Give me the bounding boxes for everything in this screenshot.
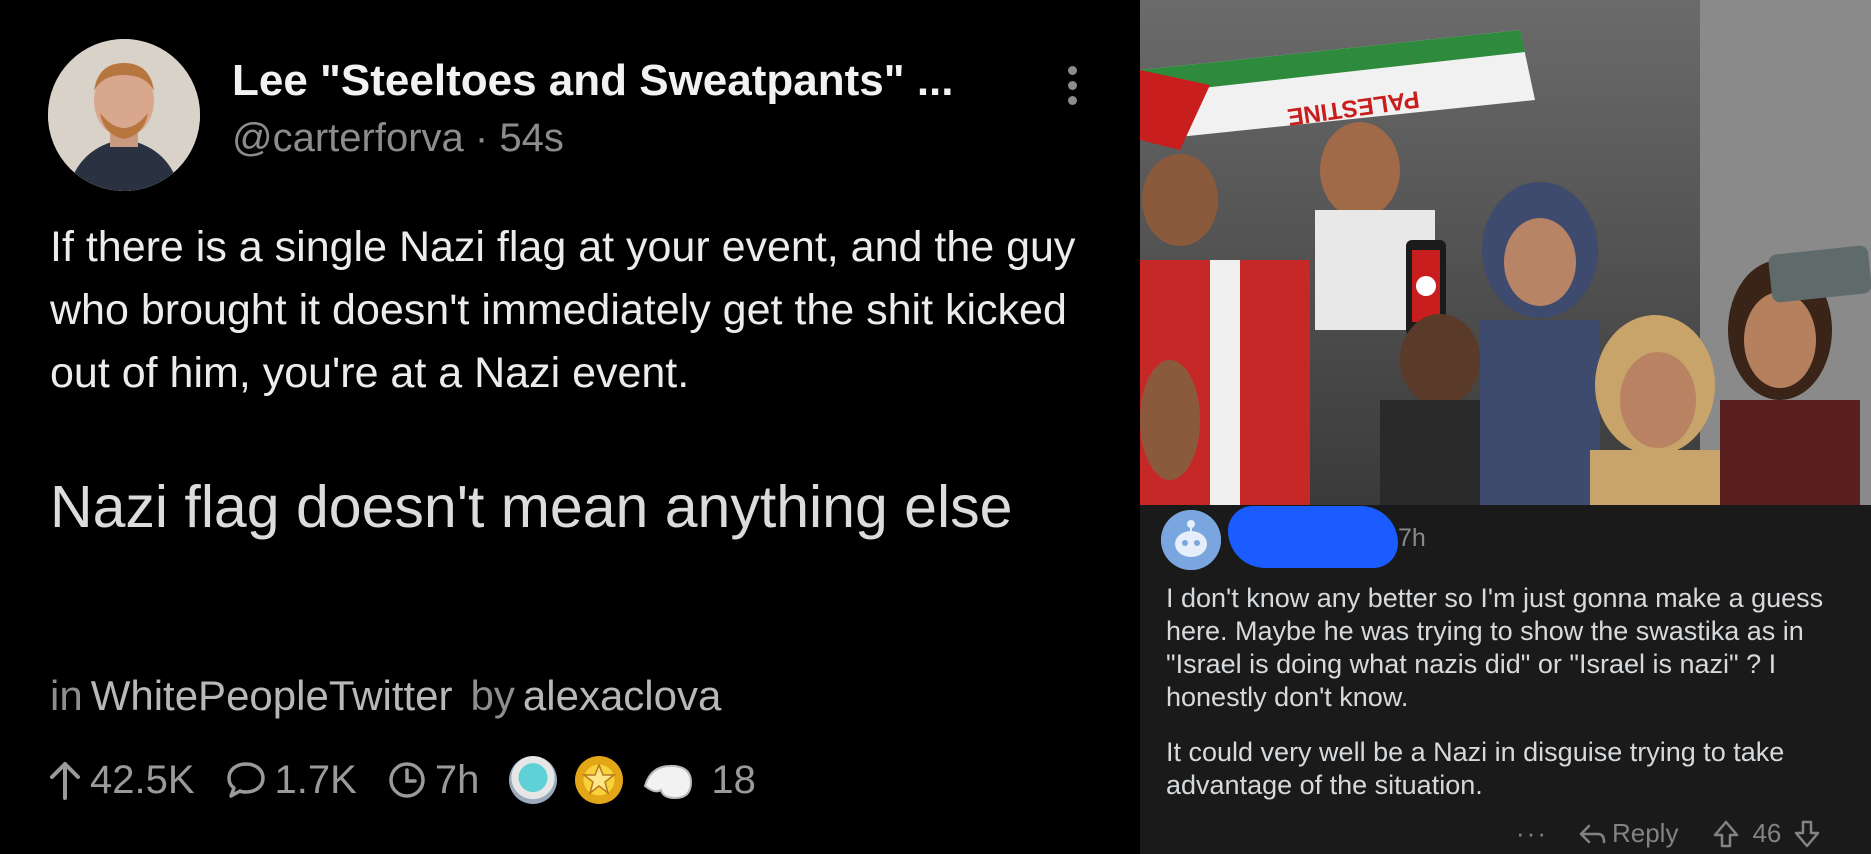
protest-photo: PALESTINE [1140, 0, 1871, 505]
award-star-icon[interactable] [575, 756, 624, 804]
author-avatar[interactable] [48, 39, 200, 191]
reply-arrow-icon [1579, 824, 1606, 843]
clock-icon [389, 762, 425, 798]
award-hand-icon[interactable] [641, 756, 697, 804]
more-options-icon[interactable] [1062, 66, 1082, 114]
comment-age: 7h [1398, 524, 1426, 552]
comment-score: 46 [1752, 818, 1782, 848]
tweet-text: If there is a single Nazi flag at your e… [50, 223, 1076, 397]
age-stat: 7h [387, 757, 480, 803]
comment-actions: ··· Reply 46 [1516, 818, 1821, 849]
tweet-age: 54s [499, 116, 564, 160]
upvote-icon[interactable] [1712, 819, 1740, 849]
comment-panel: PALESTINE 7h I don't know any better so … [1140, 0, 1871, 854]
reply-label: Reply [1611, 818, 1679, 848]
post-age: 7h [434, 757, 480, 802]
comments-stat[interactable]: 1.7K [225, 758, 357, 803]
post-author-link[interactable]: alexaclova [523, 672, 721, 719]
award-count: 18 [711, 757, 756, 802]
by-label: by [470, 672, 515, 719]
redacted-username [1228, 506, 1398, 568]
in-label: in [50, 672, 83, 719]
author-name[interactable]: Lee "Steeltoes and Sweatpants" ... [232, 56, 954, 106]
comment-paragraph: I don't know any better so I'm just gonn… [1166, 583, 1824, 712]
reply-button[interactable]: Reply [1578, 818, 1678, 849]
post-title[interactable]: Nazi flag doesn't mean anything else [50, 470, 1110, 544]
post-stats-bar: 42.5K 1.7K 7h 18 [48, 752, 756, 808]
comment-bubble-icon [226, 762, 265, 798]
comment-body: I don't know any better so I'm just gonn… [1166, 582, 1856, 824]
upvote-stat[interactable]: 42.5K [48, 758, 195, 803]
commenter-avatar[interactable] [1161, 510, 1221, 570]
post-meta: in WhitePeopleTwitter by alexaclova [50, 672, 721, 720]
arrow-up-icon [50, 762, 80, 800]
comment-paragraph: It could very well be a Nazi in disguise… [1166, 737, 1785, 800]
author-handle-line: @carterforva · 54s [232, 116, 564, 161]
downvote-icon[interactable] [1793, 819, 1821, 849]
separator-dot: · [474, 116, 489, 160]
award-helpful-icon[interactable] [509, 756, 558, 804]
comment-count: 1.7K [274, 757, 357, 802]
more-icon[interactable]: ··· [1516, 818, 1548, 849]
upvote-count: 42.5K [90, 757, 195, 802]
tweet-post-panel: Lee "Steeltoes and Sweatpants" ... @cart… [0, 0, 1140, 854]
vote-controls: 46 [1712, 818, 1821, 849]
subreddit-link[interactable]: WhitePeopleTwitter [91, 672, 453, 719]
author-handle[interactable]: @carterforva [232, 116, 464, 160]
